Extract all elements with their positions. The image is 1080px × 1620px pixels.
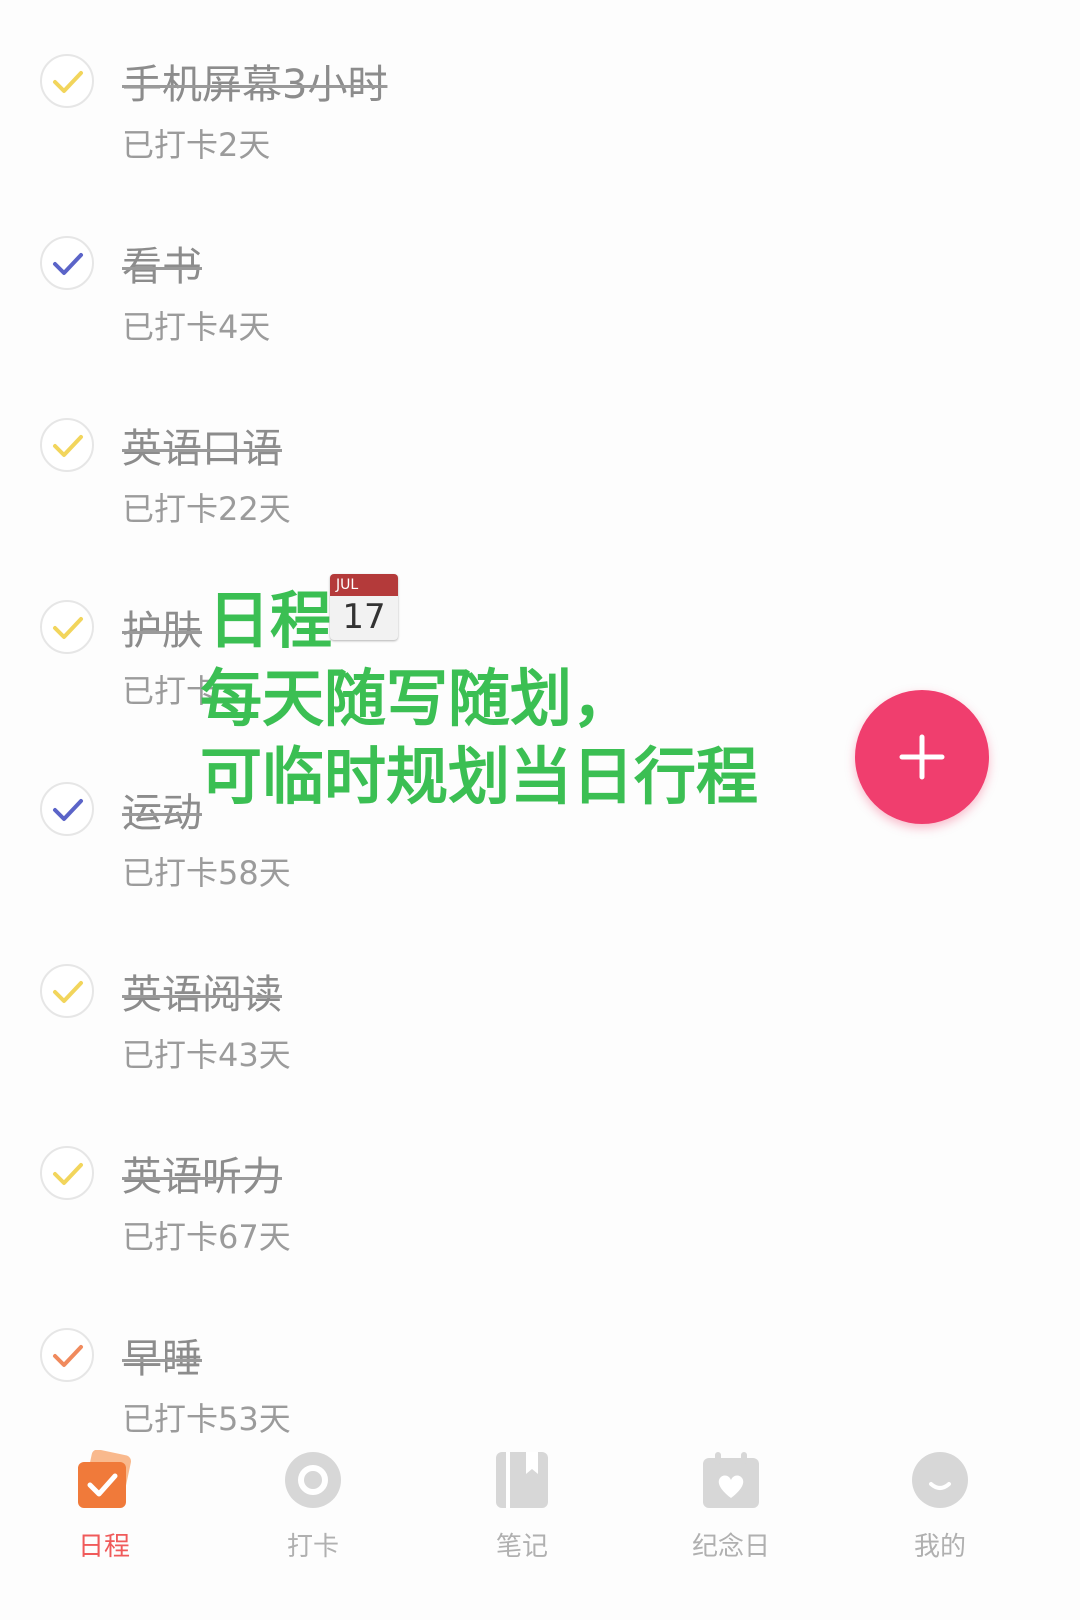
item-title: 护肤 bbox=[122, 608, 202, 654]
item-subtitle: 已打卡43天 bbox=[122, 1036, 291, 1074]
tab-label: 笔记 bbox=[495, 1532, 548, 1562]
item-title: 看书 bbox=[122, 244, 202, 290]
check-circle[interactable] bbox=[40, 1146, 94, 1200]
punch-circle-icon bbox=[285, 1452, 341, 1508]
item-title: 运动 bbox=[122, 790, 202, 836]
check-circle[interactable] bbox=[40, 54, 94, 108]
anniversary-heart-icon bbox=[703, 1452, 759, 1508]
bottom-tab-bar: 日程 打卡 笔记 纪念日 我的 bbox=[0, 1440, 1080, 1620]
checkmark-icon bbox=[53, 799, 83, 821]
notebook-icon bbox=[496, 1452, 548, 1508]
tab-label: 打卡 bbox=[286, 1532, 339, 1562]
tab-profile[interactable]: 我的 bbox=[870, 1440, 1010, 1620]
item-subtitle: 已打卡2天 bbox=[122, 126, 271, 164]
list-item[interactable]: 手机屏幕3小时 已打卡2天 bbox=[0, 30, 1080, 180]
item-title: 英语口语 bbox=[122, 426, 282, 472]
checkmark-icon bbox=[53, 617, 83, 639]
tab-label: 纪念日 bbox=[691, 1532, 770, 1562]
check-circle[interactable] bbox=[40, 964, 94, 1018]
item-title: 英语阅读 bbox=[122, 972, 282, 1018]
item-subtitle: 已打卡4天 bbox=[122, 308, 271, 346]
check-circle[interactable] bbox=[40, 236, 94, 290]
calendar-icon: JUL 17 bbox=[330, 574, 398, 640]
checkmark-icon bbox=[53, 253, 83, 275]
item-subtitle: 已打卡67天 bbox=[122, 1218, 291, 1256]
plus-icon bbox=[899, 734, 945, 780]
item-subtitle: 已打卡22天 bbox=[122, 490, 291, 528]
item-title: 手机屏幕3小时 bbox=[122, 62, 388, 108]
tab-label: 我的 bbox=[913, 1532, 966, 1562]
check-circle[interactable] bbox=[40, 418, 94, 472]
item-title: 英语听力 bbox=[122, 1154, 282, 1200]
list-item[interactable]: 看书 已打卡4天 bbox=[0, 212, 1080, 362]
item-subtitle: 已打卡53天 bbox=[122, 1400, 291, 1438]
check-circle[interactable] bbox=[40, 600, 94, 654]
check-circle[interactable] bbox=[40, 782, 94, 836]
tab-checkin[interactable]: 打卡 bbox=[243, 1440, 383, 1620]
add-button[interactable] bbox=[855, 690, 989, 824]
checkmark-icon bbox=[53, 71, 83, 93]
checkmark-icon bbox=[53, 1345, 83, 1367]
list-item[interactable]: 英语阅读 已打卡43天 bbox=[0, 940, 1080, 1090]
overlay-title: 日程 bbox=[208, 584, 333, 657]
item-subtitle: 已打卡58天 bbox=[122, 854, 291, 892]
overlay-line-2: 每天随写随划， bbox=[200, 662, 635, 735]
checkmark-icon bbox=[53, 981, 83, 1003]
list-item[interactable]: 英语口语 已打卡22天 bbox=[0, 394, 1080, 544]
tab-notes[interactable]: 笔记 bbox=[452, 1440, 592, 1620]
profile-face-icon bbox=[912, 1452, 968, 1508]
checkmark-icon bbox=[53, 1163, 83, 1185]
calendar-day: 17 bbox=[342, 597, 386, 637]
tab-schedule[interactable]: 日程 bbox=[34, 1440, 174, 1620]
schedule-check-icon bbox=[78, 1450, 132, 1508]
list-item[interactable]: 早睡 已打卡53天 bbox=[0, 1304, 1080, 1454]
calendar-month: JUL bbox=[330, 574, 398, 596]
checkmark-icon bbox=[53, 435, 83, 457]
overlay-line-3: 可临时规划当日行程 bbox=[200, 740, 759, 813]
check-circle[interactable] bbox=[40, 1328, 94, 1382]
tab-anniversary[interactable]: 纪念日 bbox=[661, 1440, 801, 1620]
tab-label: 日程 bbox=[77, 1532, 130, 1562]
item-title: 早睡 bbox=[122, 1336, 202, 1382]
list-item[interactable]: 英语听力 已打卡67天 bbox=[0, 1122, 1080, 1272]
